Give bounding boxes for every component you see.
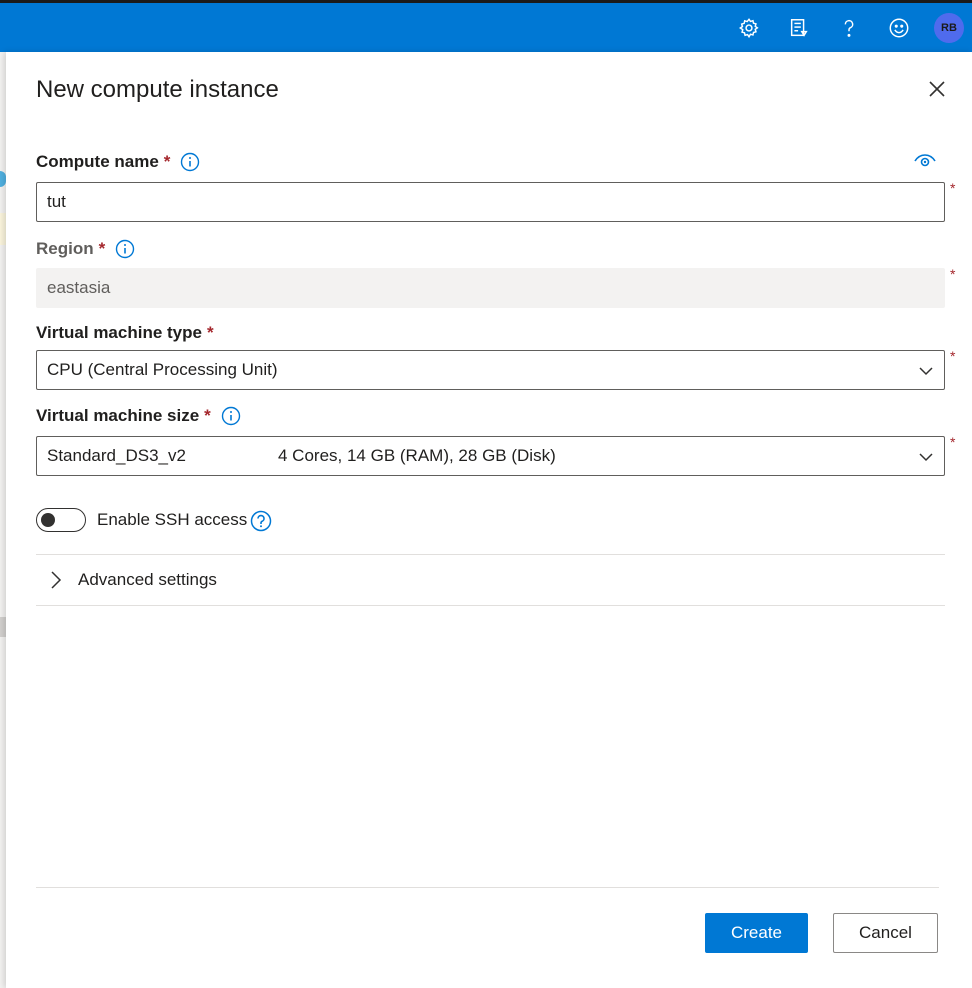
avatar[interactable]: RB [934,13,964,43]
footer-divider [36,887,939,888]
field-required-mark: * [950,434,956,450]
info-icon[interactable] [180,152,200,172]
vm-size-label: Virtual machine size * [36,406,241,426]
required-mark: * [98,239,106,258]
required-mark: * [163,152,171,171]
cancel-button[interactable]: Cancel [833,913,938,953]
compute-name-label: Compute name * [36,152,200,172]
required-mark: * [204,406,211,425]
create-button[interactable]: Create [705,913,808,953]
vm-type-dropdown[interactable]: CPU (Central Processing Unit) [36,350,945,390]
field-required-mark: * [950,348,956,364]
required-mark: * [206,323,214,342]
top-bar: RB [0,0,972,52]
panel-title: New compute instance [36,76,279,103]
advanced-settings-expander[interactable]: Advanced settings [36,555,945,605]
region-label-text: Region [36,239,94,258]
vm-type-label-text: Virtual machine type [36,323,202,342]
compute-name-label-text: Compute name [36,152,159,171]
vm-type-label: Virtual machine type * [36,323,214,343]
smiley-icon[interactable] [886,15,912,41]
question-circle-icon[interactable] [250,510,272,532]
info-icon[interactable] [221,406,241,426]
vm-type-value: CPU (Central Processing Unit) [47,360,278,379]
field-required-mark: * [950,180,956,196]
vm-size-label-text: Virtual machine size [36,406,200,425]
feedback-list-icon[interactable] [786,15,812,41]
vm-size-dropdown[interactable]: Standard_DS3_v2 4 Cores, 14 GB (RAM), 28… [36,436,945,476]
help-icon[interactable] [836,15,862,41]
toggle-knob [41,513,55,527]
chevron-down-icon [919,367,933,376]
region-label: Region * [36,239,135,259]
eye-icon[interactable] [914,154,936,168]
advanced-settings-label: Advanced settings [78,570,217,589]
ssh-toggle[interactable] [36,508,86,532]
info-icon[interactable] [115,239,135,259]
new-compute-panel: New compute instance Compute name * * Re… [6,52,972,988]
field-required-mark: * [950,266,956,282]
gear-icon[interactable] [736,15,762,41]
region-value: eastasia [47,278,111,297]
vm-size-spec: 4 Cores, 14 GB (RAM), 28 GB (Disk) [278,446,556,465]
ssh-label: Enable SSH access [97,510,248,529]
region-field: eastasia [36,268,945,308]
divider [36,605,945,606]
vm-size-value: Standard_DS3_v2 [47,446,186,465]
chevron-down-icon [919,453,933,462]
compute-name-input[interactable] [36,182,945,222]
close-icon[interactable] [926,78,948,100]
chevron-right-icon [51,571,62,589]
